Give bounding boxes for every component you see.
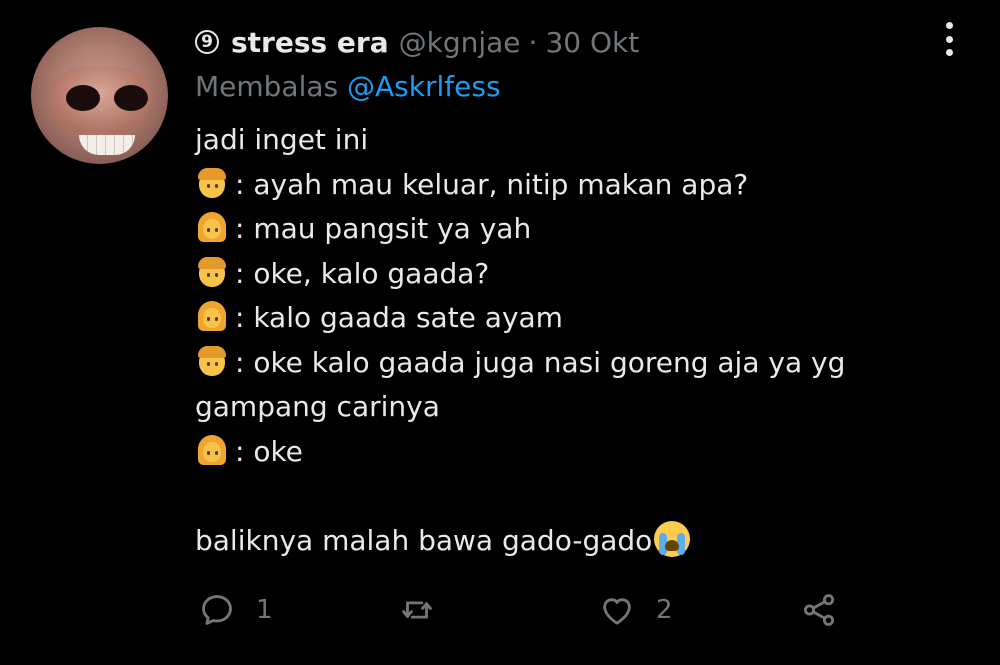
like-button[interactable]: 2 <box>598 588 673 632</box>
avatar[interactable] <box>31 27 168 164</box>
body-line-10: baliknya malah bawa gado-gado <box>195 519 935 564</box>
heart-icon <box>603 598 631 625</box>
body-line-3: : mau pangsit ya yah <box>195 207 935 252</box>
body-line-1: jadi inget ini <box>195 123 369 156</box>
share-button[interactable] <box>800 588 838 632</box>
avatar-nostril-right <box>114 85 148 111</box>
body-line-4: : oke, kalo gaada? <box>195 252 935 297</box>
body-line-7: gampang carinya <box>195 390 440 423</box>
man-emoji-icon <box>195 255 229 289</box>
reply-count: 1 <box>256 595 273 625</box>
name-badge-icon: 9 <box>195 30 219 54</box>
retweet-icon <box>402 601 432 619</box>
body-blank-line <box>195 474 935 519</box>
retweet-button[interactable] <box>398 588 456 632</box>
replying-to: Membalas @Askrlfess <box>195 70 501 103</box>
body-line-8: : oke <box>195 430 935 475</box>
more-options-icon[interactable] <box>938 22 960 56</box>
replying-mention-link[interactable]: @Askrlfess <box>347 70 501 103</box>
tweet-date[interactable]: 30 Okt <box>545 26 639 59</box>
like-count: 2 <box>656 595 673 625</box>
body-line-6: : oke kalo gaada juga nasi goreng aja ya… <box>195 341 935 386</box>
replying-prefix: Membalas <box>195 70 339 103</box>
tweet-body: jadi inget ini : ayah mau keluar, nitip … <box>195 118 935 563</box>
man-emoji-icon <box>195 344 229 378</box>
tweet-actions: 1 2 <box>0 588 1000 632</box>
body-line-5: : kalo gaada sate ayam <box>195 296 935 341</box>
body-line-2: : ayah mau keluar, nitip makan apa? <box>195 163 935 208</box>
author-handle[interactable]: @kgnjae <box>399 26 521 59</box>
man-emoji-icon <box>195 166 229 200</box>
girl-emoji-icon <box>195 210 229 244</box>
girl-emoji-icon <box>195 299 229 333</box>
reply-button[interactable]: 1 <box>198 588 273 632</box>
avatar-nostril-left <box>66 85 100 111</box>
girl-emoji-icon <box>195 433 229 467</box>
tweet-header: 9 stress era @kgnjae · 30 Okt <box>195 22 639 62</box>
avatar-teeth <box>79 135 135 155</box>
separator-dot: · <box>528 25 538 59</box>
reply-icon <box>202 595 232 625</box>
share-icon <box>803 594 835 626</box>
crying-face-emoji-icon <box>654 520 691 557</box>
author-name[interactable]: stress era <box>231 26 389 59</box>
